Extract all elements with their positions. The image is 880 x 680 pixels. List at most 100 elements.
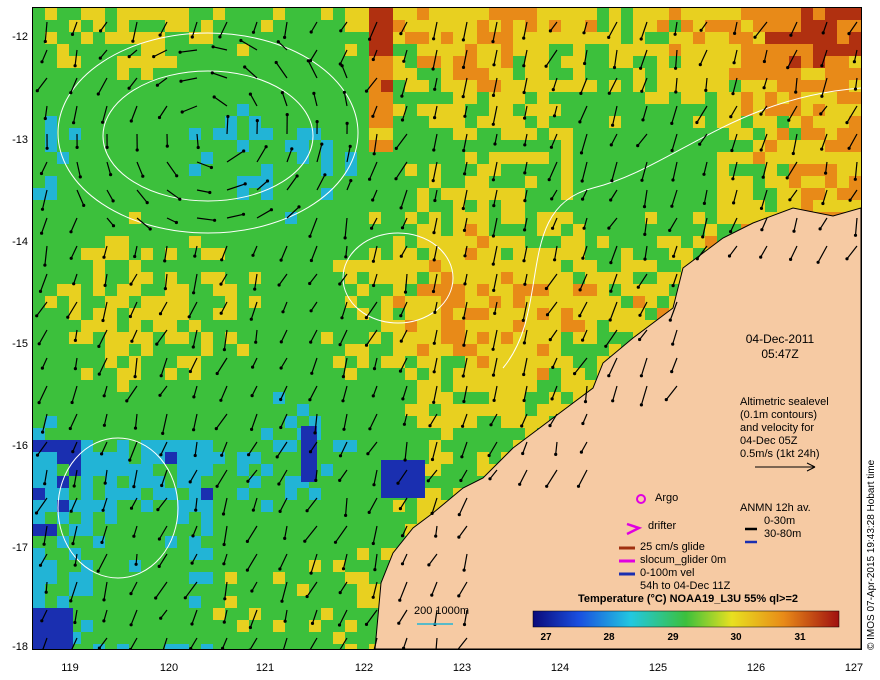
velocity-arrow-head bbox=[338, 282, 342, 286]
sst-cell bbox=[669, 116, 681, 128]
sst-cell bbox=[501, 80, 513, 92]
sst-cell bbox=[189, 620, 201, 632]
velocity-arrow-head bbox=[345, 121, 349, 125]
velocity-arrow-head bbox=[338, 478, 342, 482]
sst-cell bbox=[693, 128, 705, 140]
velocity-arrow-head bbox=[848, 198, 852, 202]
sst-cell bbox=[45, 164, 57, 176]
velocity-arrow-head bbox=[264, 145, 268, 149]
sst-cell bbox=[477, 32, 489, 44]
sst-cell bbox=[525, 56, 537, 68]
sst-cell bbox=[441, 212, 453, 224]
sst-cell bbox=[381, 212, 393, 224]
sst-cell bbox=[189, 560, 201, 572]
sst-cell bbox=[585, 248, 597, 260]
sst-cell bbox=[441, 200, 453, 212]
sst-cell bbox=[141, 296, 153, 308]
sst-cell bbox=[381, 104, 393, 116]
sst-cell bbox=[141, 620, 153, 632]
sst-cell bbox=[537, 104, 549, 116]
sst-cell bbox=[573, 92, 585, 104]
sst-cell bbox=[201, 236, 213, 248]
legend-glide: 25 cm/s glide bbox=[640, 541, 705, 553]
velocity-arrow-head bbox=[129, 623, 133, 627]
sst-cell bbox=[81, 512, 93, 524]
sst-cell bbox=[141, 80, 153, 92]
sst-cell bbox=[753, 188, 765, 200]
sst-cell bbox=[441, 92, 453, 104]
sst-cell bbox=[261, 164, 273, 176]
sst-cell bbox=[777, 80, 789, 92]
sst-cell bbox=[273, 116, 285, 128]
sst-cell bbox=[477, 8, 489, 20]
sst-cell bbox=[81, 596, 93, 608]
sst-cell bbox=[393, 284, 405, 296]
sst-cell bbox=[237, 20, 249, 32]
sst-cell bbox=[453, 44, 465, 56]
sst-cell bbox=[381, 188, 393, 200]
sst-cell bbox=[561, 296, 573, 308]
sst-cell bbox=[189, 8, 201, 20]
sst-cell bbox=[501, 392, 513, 404]
sst-cell bbox=[297, 272, 309, 284]
sst-cell bbox=[261, 476, 273, 488]
sst-cell bbox=[69, 548, 81, 560]
sst-cell bbox=[417, 20, 429, 32]
velocity-arrow-head bbox=[158, 312, 163, 316]
sst-cell bbox=[357, 380, 369, 392]
sst-cell bbox=[417, 176, 429, 188]
sst-cell bbox=[369, 320, 381, 332]
sst-cell bbox=[561, 164, 573, 176]
velocity-arrow-head bbox=[668, 228, 672, 232]
velocity-arrow-head bbox=[729, 115, 733, 119]
sst-cell bbox=[201, 596, 213, 608]
sst-cell bbox=[597, 296, 609, 308]
sst-cell bbox=[33, 104, 45, 116]
sst-cell bbox=[93, 224, 105, 236]
sst-cell bbox=[165, 368, 177, 380]
sst-cell bbox=[201, 476, 213, 488]
sst-cell bbox=[213, 416, 225, 428]
sst-cell bbox=[129, 344, 141, 356]
sst-cell bbox=[513, 284, 525, 296]
sst-cell bbox=[33, 572, 45, 584]
velocity-arrow-head bbox=[274, 60, 278, 65]
velocity-arrow-head bbox=[135, 148, 139, 152]
sst-cell bbox=[429, 464, 441, 476]
legend-slocum: slocum_glider 0m bbox=[640, 554, 727, 566]
sst-cell bbox=[201, 644, 213, 649]
sst-cell bbox=[45, 356, 57, 368]
velocity-arrow-head bbox=[609, 143, 613, 147]
sst-cell bbox=[501, 212, 513, 224]
sst-cell bbox=[489, 8, 501, 20]
sst-cell bbox=[441, 152, 453, 164]
sst-cell bbox=[105, 32, 117, 44]
sst-cell bbox=[225, 224, 237, 236]
sst-cell bbox=[537, 116, 549, 128]
sst-cell bbox=[69, 380, 81, 392]
sst-cell bbox=[261, 536, 273, 548]
sst-cell bbox=[45, 308, 57, 320]
sst-cell bbox=[225, 620, 237, 632]
sst-cell bbox=[417, 380, 429, 392]
sst-cell bbox=[201, 8, 213, 20]
sst-cell bbox=[237, 56, 249, 68]
sst-cell bbox=[45, 428, 57, 440]
sst-cell bbox=[657, 56, 669, 68]
sst-cell bbox=[153, 284, 165, 296]
sst-cell bbox=[477, 116, 489, 128]
sst-cell bbox=[141, 428, 153, 440]
sst-cell bbox=[369, 296, 381, 308]
sst-cell bbox=[345, 440, 357, 452]
velocity-arrow-head bbox=[68, 426, 72, 431]
velocity-arrow-head bbox=[70, 32, 75, 36]
sst-cell bbox=[153, 152, 165, 164]
sst-cell bbox=[549, 8, 561, 20]
sst-cell bbox=[717, 104, 729, 116]
velocity-arrow-head bbox=[845, 257, 849, 261]
sst-cell bbox=[729, 152, 741, 164]
sst-cell bbox=[357, 188, 369, 200]
sst-cell bbox=[333, 20, 345, 32]
sst-cell bbox=[285, 512, 297, 524]
velocity-arrow-head bbox=[674, 66, 678, 70]
